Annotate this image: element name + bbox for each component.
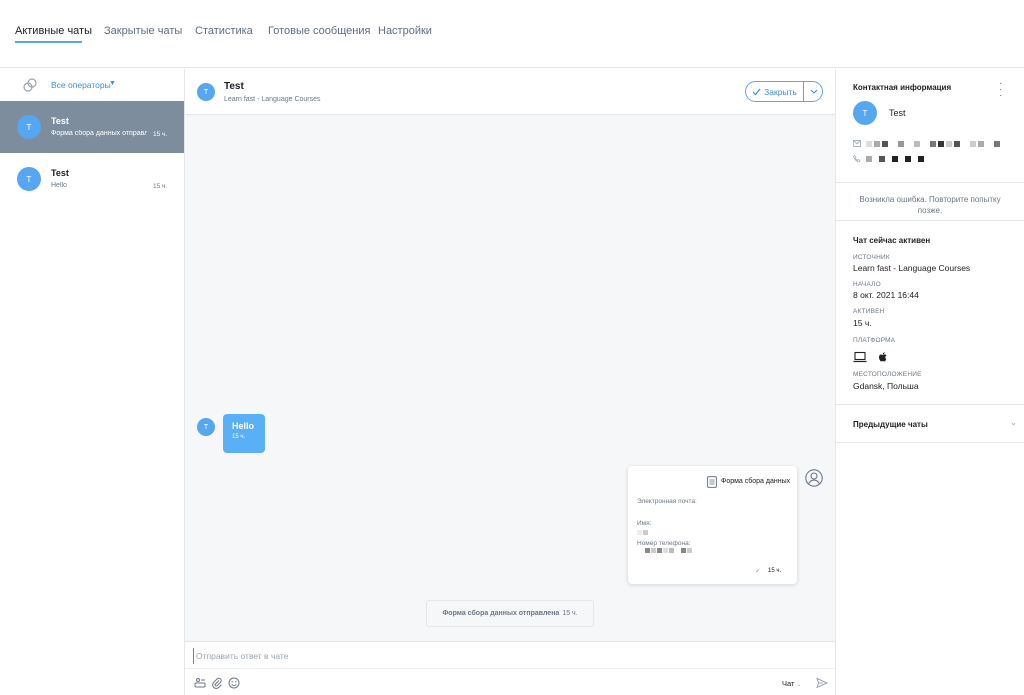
operators-filter[interactable]: Все операторы ▼ — [0, 69, 184, 101]
source-value: Learn fast - Language Courses — [853, 263, 971, 273]
message-list: T Hello 15 ч. Форма сбора данных Электро… — [185, 115, 835, 641]
active-tab-indicator — [15, 41, 82, 43]
operators-filter-label[interactable]: Все операторы — [51, 80, 111, 90]
incoming-message: Hello 15 ч. — [223, 414, 265, 453]
data-form-card: Форма сбора данных Электронная почта: Им… — [628, 466, 797, 584]
conversation-name: Test — [51, 168, 69, 178]
close-options-dropdown[interactable] — [804, 82, 823, 101]
top-navigation: Активные чаты Закрытые чаты Статистика Г… — [0, 0, 1024, 68]
channel-label: Чат — [782, 679, 795, 688]
form-name-value-redacted — [637, 530, 648, 535]
form-name-label: Имя: — [637, 520, 652, 527]
check-icon — [752, 88, 761, 95]
avatar: T — [17, 167, 41, 191]
system-note-text: Форма сбора данных отправлена — [442, 610, 560, 617]
chat-title: Test — [224, 81, 244, 92]
avatar: T — [197, 83, 215, 101]
contact-email-row — [853, 140, 1000, 147]
tab-statistics[interactable]: Статистика — [195, 25, 253, 37]
contact-heading: Контактная информация — [853, 83, 952, 92]
previous-chats-heading[interactable]: Предыдущие чаты — [853, 420, 928, 429]
contact-info-pane: Контактная информация · · · T Test Возникл… — [836, 69, 1024, 695]
paperclip-icon[interactable] — [211, 677, 223, 689]
caret-down-icon: ▼ — [109, 80, 116, 87]
source-label: ИСТОЧНИК — [853, 254, 890, 261]
document-icon — [707, 476, 717, 488]
conversation-item[interactable]: T Test Форма сбора данных отправлена 15 … — [0, 101, 184, 153]
delivered-check-icon: ✓ — [755, 568, 761, 575]
previous-chats-section[interactable]: Предыдущие чаты ⌄ — [836, 405, 1024, 443]
chevron-down-icon[interactable]: ⌄ — [1010, 418, 1017, 427]
error-message: Возникла ошибка. Повторите попытку позже… — [859, 195, 1001, 215]
attachment-icon[interactable] — [194, 677, 206, 689]
tab-active-chats[interactable]: Активные чаты — [15, 25, 92, 37]
composer: Чат ⌄ — [185, 641, 835, 695]
error-section: Возникла ошибка. Повторите попытку позже… — [836, 183, 1024, 221]
conversation-preview: Hello — [51, 182, 67, 189]
avatar: T — [17, 115, 41, 139]
conversation-item[interactable]: T Test Hello 15 ч. — [0, 153, 184, 205]
email-icon — [853, 140, 861, 147]
conversation-time: 15 ч. — [153, 131, 168, 138]
tab-closed-chats[interactable]: Закрытые чаты — [104, 25, 182, 37]
tab-canned-messages[interactable]: Готовые сообщения — [268, 25, 370, 37]
contact-phone-row — [853, 155, 924, 162]
form-phone-value-redacted — [645, 548, 692, 553]
location-value: Gdansk, Польша — [853, 381, 919, 391]
chat-subtitle: Learn fast - Language Courses — [224, 96, 321, 103]
message-time: 15 ч. — [232, 434, 246, 440]
start-label: НАЧАЛО — [853, 281, 881, 288]
reply-input[interactable] — [193, 648, 823, 664]
chat-header: T Test Learn fast - Language Courses Зак… — [185, 69, 835, 115]
apple-icon — [879, 352, 887, 362]
channel-selector[interactable]: Чат ⌄ — [782, 679, 802, 688]
platform-label: ПЛАТФОРМА — [853, 337, 896, 344]
user-circle-icon — [805, 469, 823, 487]
system-note-time: 15 ч. — [562, 610, 578, 617]
operators-icon — [23, 78, 37, 92]
avatar: T — [197, 418, 215, 436]
contact-section: Контактная информация · · · T Test — [836, 69, 1024, 183]
chevron-down-icon: ⌄ — [796, 682, 802, 688]
form-phone-label: Номер телефона: — [637, 540, 691, 547]
email-value-redacted — [866, 140, 1000, 147]
emoji-icon[interactable] — [228, 677, 240, 689]
form-title: Форма сбора данных — [721, 478, 791, 485]
message-text: Hello — [232, 421, 255, 431]
active-value: 15 ч. — [853, 318, 872, 328]
phone-icon — [853, 155, 861, 162]
send-icon[interactable] — [816, 677, 828, 689]
form-email-label: Электронная почта: — [637, 498, 697, 505]
contact-name: Test — [889, 108, 906, 118]
chat-status-section: Чат сейчас активен ИСТОЧНИК Learn fast -… — [836, 221, 1024, 405]
chevron-down-icon — [810, 89, 817, 94]
close-chat-button[interactable]: Закрыть — [746, 82, 803, 101]
conversation-name: Test — [51, 116, 69, 126]
tab-settings[interactable]: Настройки — [378, 25, 432, 37]
avatar: T — [853, 101, 877, 125]
location-label: МЕСТОПОЛОЖЕНИЕ — [853, 371, 922, 378]
close-chat-button-group: Закрыть — [745, 81, 823, 102]
platform-icons — [853, 351, 890, 363]
form-time: 15 ч. — [768, 568, 782, 574]
chat-status-heading: Чат сейчас активен — [853, 236, 931, 245]
composer-divider — [185, 668, 835, 669]
conversation-list-pane: Все операторы ▼ T Test Форма сбора данны… — [0, 69, 185, 695]
chat-pane: T Test Learn fast - Language Courses Зак… — [185, 69, 836, 695]
conversation-time: 15 ч. — [153, 183, 168, 190]
kebab-icon[interactable]: · · · — [999, 79, 1002, 101]
active-label: АКТИВЕН — [853, 308, 885, 315]
start-value: 8 окт. 2021 16:44 — [853, 290, 919, 300]
laptop-icon — [853, 351, 867, 363]
system-note: Форма сбора данных отправлена 15 ч. — [426, 600, 594, 627]
close-chat-label: Закрыть — [764, 86, 797, 97]
conversation-preview: Форма сбора данных отправлена — [51, 130, 147, 137]
phone-value-redacted — [866, 155, 924, 162]
